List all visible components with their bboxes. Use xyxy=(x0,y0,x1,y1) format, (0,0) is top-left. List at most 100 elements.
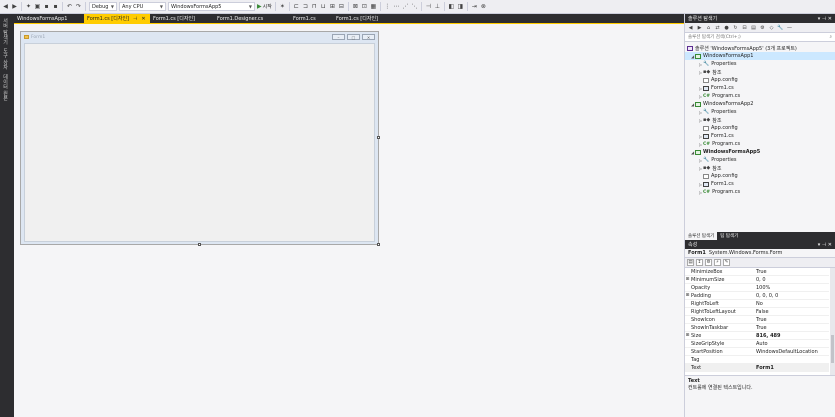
property-row[interactable]: ShowInTaskbar True xyxy=(685,324,829,332)
show-all-files-icon[interactable]: ▤ xyxy=(750,24,757,31)
redo-icon[interactable]: ↷ xyxy=(75,3,82,10)
pending-changes-icon[interactable]: ● xyxy=(723,24,730,31)
form-client-area[interactable] xyxy=(24,43,375,242)
data-sources-tab[interactable]: 데이터 원본 xyxy=(2,74,9,101)
wrench-icon[interactable]: 🔧 xyxy=(777,24,784,31)
tree-item[interactable]: ▷ 🔧 Properties xyxy=(685,60,835,68)
spacing-icon[interactable]: ⋯ xyxy=(393,3,400,10)
property-row[interactable]: ⊞ Padding 0, 0, 0, 0 xyxy=(685,292,829,300)
home-icon[interactable]: ⌂ xyxy=(705,24,712,31)
tree-item[interactable]: ▷ Form1.cs xyxy=(685,84,835,92)
configuration-dropdown[interactable]: Debug ▼ xyxy=(89,2,117,11)
property-row[interactable]: SizeGripStyle Auto xyxy=(685,340,829,348)
property-row[interactable]: ⊞ MinimumSize 0, 0 xyxy=(685,276,829,284)
tree-item[interactable]: ▷ C# Program.cs xyxy=(685,188,835,196)
tree-item[interactable]: ▷ C# Program.cs xyxy=(685,92,835,100)
forward-icon[interactable]: ▶ xyxy=(696,24,703,31)
categorized-icon[interactable]: ▤ xyxy=(687,259,694,266)
property-row[interactable]: StartPosition WindowsDefaultLocation xyxy=(685,348,829,356)
designer-surface[interactable]: Form1 – □ ✕ xyxy=(14,24,684,417)
form-preview[interactable]: Form1 – □ ✕ xyxy=(20,31,379,245)
startup-project-dropdown[interactable]: WindowsFormsApp5 ▼ xyxy=(168,2,255,11)
properties-icon[interactable]: ⚙ xyxy=(759,24,766,31)
sync-icon[interactable]: ↻ xyxy=(732,24,739,31)
save-icon[interactable]: ▪ xyxy=(43,3,50,10)
align-right-icon[interactable]: ⊓ xyxy=(311,3,318,10)
tree-item[interactable]: ▷ ▪◆ 참조 xyxy=(685,68,835,76)
tree-item[interactable]: ▷ Form1.cs xyxy=(685,180,835,188)
tree-project[interactable]: ◢ WindowsFormsApp2 xyxy=(685,100,835,108)
new-project-icon[interactable]: ✦ xyxy=(25,3,32,10)
doc-tab[interactable]: Form1.cs xyxy=(290,14,333,23)
tree-item[interactable]: ▷ Form1.cs xyxy=(685,132,835,140)
center-vertical-icon[interactable]: ⊥ xyxy=(434,3,441,10)
events-icon[interactable]: ⚡ xyxy=(714,259,721,266)
scrollbar-thumb[interactable] xyxy=(831,335,834,363)
tree-solution[interactable]: 솔루션 'WindowsFormsApp5' (3개 프로젝트) xyxy=(685,44,835,52)
property-pages-icon[interactable]: ✎ xyxy=(723,259,730,266)
alphabetical-icon[interactable]: ↕ xyxy=(696,259,703,266)
collapse-all-icon[interactable]: ⊟ xyxy=(741,24,748,31)
lock-controls-icon[interactable]: ⊗ xyxy=(480,3,487,10)
tree-item[interactable]: ▷ ▪◆ 참조 xyxy=(685,116,835,124)
properties-view-icon[interactable]: ⚙ xyxy=(705,259,712,266)
property-grid-scrollbar[interactable] xyxy=(830,268,835,375)
tree-item[interactable]: ▷ ▪◆ 참조 xyxy=(685,164,835,172)
doc-tab[interactable]: Form1.cs [디자인] xyxy=(150,14,214,23)
doc-tab-active[interactable]: Form1.cs [디자인] ⊣ ✕ xyxy=(84,14,150,23)
tree-item[interactable]: App.config xyxy=(685,76,835,84)
resize-handle-corner[interactable] xyxy=(377,243,380,246)
tree-project-startup[interactable]: ◢ WindowsFormsApp5 xyxy=(685,148,835,156)
spacing-icon[interactable]: ⋰ xyxy=(402,3,409,10)
save-all-icon[interactable]: ▪ xyxy=(52,3,59,10)
properties-object-selector[interactable]: Form1 System.Windows.Forms.Form xyxy=(685,249,835,258)
doc-tab[interactable]: WindowsFormsApp1 xyxy=(14,14,84,23)
property-row[interactable]: ⊞ Size 816, 489 xyxy=(685,332,829,340)
property-row[interactable]: Tag xyxy=(685,356,829,364)
align-center-icon[interactable]: ⊐ xyxy=(302,3,309,10)
solution-search-input[interactable]: 솔루션 탐색기 검색(Ctrl+;) ⌕ xyxy=(685,33,835,42)
align-middle-icon[interactable]: ⊞ xyxy=(329,3,336,10)
same-width-icon[interactable]: ⊠ xyxy=(352,3,359,10)
doc-tab[interactable]: Form1.cs [디자인] xyxy=(333,14,397,23)
property-row-selected[interactable]: Text Form1 xyxy=(685,364,829,372)
flame-icon[interactable]: ✶ xyxy=(279,3,286,10)
forward-icon[interactable]: ▶ xyxy=(11,3,18,10)
panel-options-icon[interactable]: ▾ ⊣ ✕ xyxy=(818,16,832,22)
tree-item[interactable]: App.config xyxy=(685,124,835,132)
undo-icon[interactable]: ↶ xyxy=(66,3,73,10)
property-row[interactable]: ShowIcon True xyxy=(685,316,829,324)
bring-front-icon[interactable]: ◧ xyxy=(448,3,455,10)
resize-handle-bottom[interactable] xyxy=(198,243,201,246)
spacing-icon[interactable]: ⋮ xyxy=(384,3,391,10)
start-button[interactable]: ▶ 시작 xyxy=(257,3,272,10)
preview-icon[interactable]: — xyxy=(786,24,793,31)
tree-project[interactable]: ◢ WindowsFormsApp1 xyxy=(685,52,835,60)
align-bottom-icon[interactable]: ⊟ xyxy=(338,3,345,10)
tree-item[interactable]: ▷ 🔧 Properties xyxy=(685,108,835,116)
pin-icon[interactable]: ⊣ xyxy=(133,16,137,22)
view-code-icon[interactable]: ◇ xyxy=(768,24,775,31)
align-top-icon[interactable]: ⊔ xyxy=(320,3,327,10)
tab-order-icon[interactable]: ⇥ xyxy=(471,3,478,10)
tree-item[interactable]: App.config xyxy=(685,172,835,180)
server-explorer-tab[interactable]: 서버 탐색기 xyxy=(2,18,9,45)
panel-options-icon[interactable]: ▾ ⊣ ✕ xyxy=(818,242,832,248)
property-row[interactable]: RightToLeft No xyxy=(685,300,829,308)
send-back-icon[interactable]: ◨ xyxy=(457,3,464,10)
align-left-icon[interactable]: ⊏ xyxy=(293,3,300,10)
open-icon[interactable]: ▣ xyxy=(34,3,41,10)
property-row[interactable]: RightToLeftLayout False xyxy=(685,308,829,316)
same-height-icon[interactable]: ⊡ xyxy=(361,3,368,10)
tree-item[interactable]: ▷ 🔧 Properties xyxy=(685,156,835,164)
property-row[interactable]: Opacity 100% xyxy=(685,284,829,292)
resize-handle-right[interactable] xyxy=(377,136,380,139)
back-icon[interactable]: ◀ xyxy=(2,3,9,10)
tab-team-explorer[interactable]: 팀 탐색기 xyxy=(717,232,741,240)
platform-dropdown[interactable]: Any CPU ▼ xyxy=(119,2,166,11)
close-icon[interactable]: ✕ xyxy=(141,16,145,22)
tree-item[interactable]: ▷ C# Program.cs xyxy=(685,140,835,148)
spacing-icon[interactable]: ⋱ xyxy=(411,3,418,10)
tab-solution-explorer[interactable]: 솔루션 탐색기 xyxy=(685,232,718,240)
doc-tab[interactable]: Form1.Designer.cs xyxy=(214,14,290,23)
